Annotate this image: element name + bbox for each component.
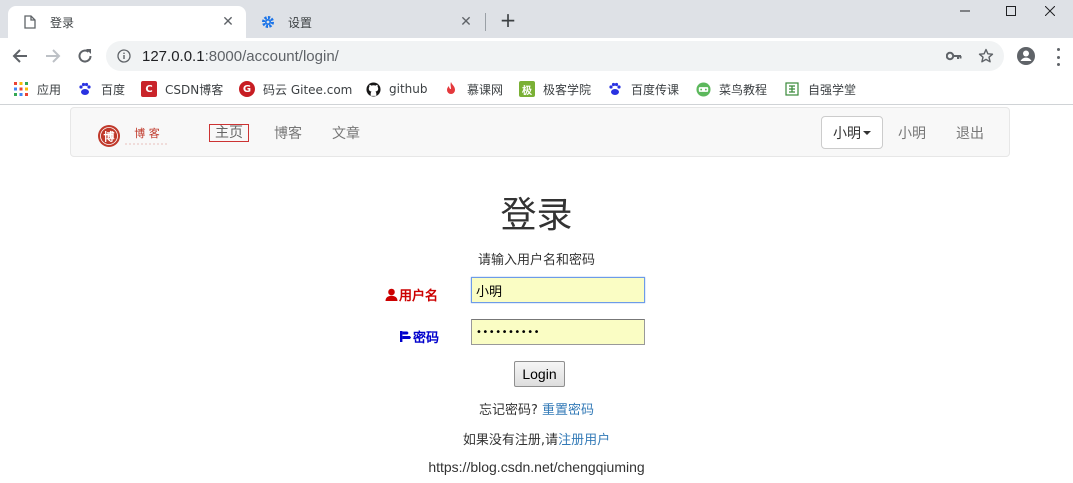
forward-button[interactable]	[39, 42, 67, 70]
bookmark-baidu-chuanke[interactable]: 百度传课	[607, 80, 679, 98]
site-navbar: 博 博 客 主页 博客 文章 小明 小明 退出	[70, 107, 1010, 157]
nav-article-link[interactable]: 文章	[332, 123, 360, 143]
window-close-button[interactable]	[1027, 0, 1073, 22]
apps-grid-icon	[13, 81, 29, 97]
bookmarks-bar: 应用 百度 C CSDN博客 G 码云 Gitee.com github 慕课网…	[0, 74, 1073, 105]
bookmark-label: 应用	[37, 82, 62, 97]
bookmark-label: 菜鸟教程	[719, 82, 768, 97]
address-bar[interactable]: 127.0.0.1:8000/account/login/	[106, 41, 1004, 71]
bookmark-imooc[interactable]: 慕课网	[443, 80, 503, 98]
register-text: 如果没有注册,请	[462, 433, 559, 448]
logo-mark: 博	[104, 130, 115, 144]
user-dropdown-label: 小明	[833, 125, 861, 142]
forgot-password-line: 忘记密码? 重置密码	[0, 399, 1073, 418]
back-button[interactable]	[6, 42, 34, 70]
gitee-icon: G	[239, 81, 255, 97]
login-subtitle: 请输入用户名和密码	[477, 253, 595, 268]
reset-password-link[interactable]: 重置密码	[542, 403, 594, 418]
logo-wordmark: 博 客	[134, 126, 160, 140]
password-label: 密码	[399, 327, 439, 346]
forgot-password-text: 忘记密码?	[478, 403, 538, 418]
bookmark-label: CSDN博客	[165, 82, 224, 97]
baidu-paw-icon	[607, 81, 623, 97]
tab-settings[interactable]: 设置 ✕	[246, 6, 484, 38]
bookmark-label: github	[389, 82, 428, 96]
bookmark-csdn[interactable]: C CSDN博客	[141, 80, 223, 98]
user-icon	[385, 288, 398, 301]
user-dropdown-button[interactable]: 小明	[821, 116, 883, 149]
key-icon[interactable]	[946, 48, 962, 64]
bookmark-label: 自强学堂	[808, 82, 857, 97]
watermark-text: https://blog.csdn.net/chengqiuming	[428, 459, 645, 475]
runoob-icon	[695, 81, 711, 97]
register-line: 如果没有注册,请注册用户	[0, 429, 1073, 448]
nav-logout-link[interactable]: 退出	[956, 123, 984, 143]
gear-icon	[260, 14, 276, 30]
tab-separator	[485, 13, 486, 31]
close-icon[interactable]: ✕	[220, 14, 236, 30]
page-title: 登录	[500, 195, 573, 236]
menu-icon[interactable]	[1052, 48, 1064, 66]
tab-login[interactable]: 登录 ✕	[8, 6, 246, 38]
caret-down-icon	[863, 130, 871, 135]
minimize-button[interactable]	[942, 0, 988, 22]
ziqiang-icon	[784, 81, 800, 97]
bookmark-label: 百度	[101, 82, 126, 97]
bookmark-label: 慕课网	[467, 82, 504, 97]
username-input[interactable]: 小明	[471, 277, 645, 303]
nav-blog-link[interactable]: 博客	[274, 123, 302, 143]
jikexueyuan-icon: 极	[519, 81, 535, 97]
bookmark-jikexueyuan[interactable]: 极 极客学院	[519, 80, 591, 98]
csdn-icon: C	[141, 81, 157, 97]
bookmark-github[interactable]: github	[365, 80, 427, 98]
info-icon[interactable]	[116, 48, 132, 64]
bookmark-gitee[interactable]: G 码云 Gitee.com	[239, 80, 352, 98]
url-text: 127.0.0.1:8000/account/login/	[142, 47, 339, 65]
key-icon	[400, 331, 412, 342]
site-logo[interactable]: 博 博 客	[97, 119, 171, 153]
login-button[interactable]: Login	[514, 361, 565, 387]
tab-title: 设置	[288, 15, 313, 30]
reload-button[interactable]	[71, 42, 99, 70]
password-label-text: 密码	[413, 331, 440, 346]
new-tab-button[interactable]: +	[497, 8, 519, 32]
tab-title: 登录	[50, 15, 75, 30]
register-link[interactable]: 注册用户	[558, 433, 610, 448]
github-icon	[365, 81, 381, 97]
baidu-paw-icon	[77, 81, 93, 97]
browser-toolbar: 127.0.0.1:8000/account/login/	[0, 38, 1073, 74]
page-icon	[22, 14, 38, 30]
bookmark-apps[interactable]: 应用	[13, 80, 61, 98]
username-label: 用户名	[385, 285, 438, 304]
star-icon[interactable]	[978, 48, 994, 64]
bookmark-label: 百度传课	[631, 82, 680, 97]
bookmark-ziqiang[interactable]: 自强学堂	[784, 80, 856, 98]
bookmark-baidu[interactable]: 百度	[77, 80, 125, 98]
account-icon[interactable]	[1016, 46, 1036, 66]
bookmark-label: 码云 Gitee.com	[263, 82, 353, 97]
imooc-flame-icon	[443, 81, 459, 97]
nav-user-link[interactable]: 小明	[898, 123, 926, 143]
nav-home-link[interactable]: 主页	[209, 124, 249, 142]
bookmark-label: 极客学院	[543, 82, 592, 97]
close-icon[interactable]: ✕	[458, 14, 474, 30]
browser-tab-strip: 登录 ✕ 设置 ✕ +	[0, 0, 1073, 38]
bookmark-runoob[interactable]: 菜鸟教程	[695, 80, 767, 98]
username-label-text: 用户名	[399, 289, 439, 304]
password-input[interactable]: ••••••••••	[471, 319, 645, 345]
